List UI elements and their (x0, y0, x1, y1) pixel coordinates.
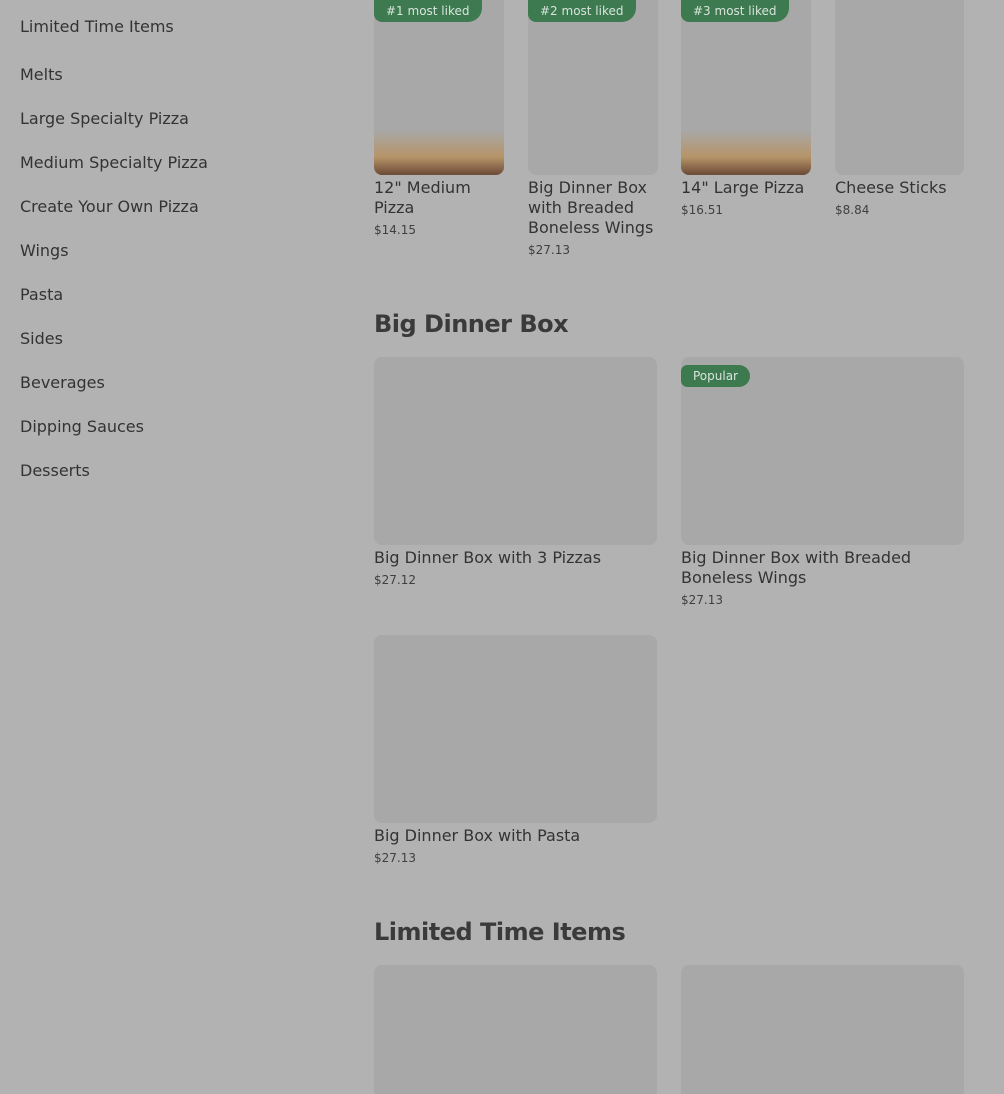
menu-item-card[interactable]: #1 most liked 12" Medium Pizza $14.15 (374, 0, 504, 245)
item-image: #1 most liked (374, 0, 504, 175)
sidebar-item-medium-specialty-pizza[interactable]: Medium Specialty Pizza (20, 140, 320, 184)
menu-item-card[interactable]: Cheese Sticks $8.84 (835, 0, 964, 225)
menu-item-card[interactable] (374, 965, 657, 1094)
sidebar-item-sides[interactable]: Sides (20, 316, 320, 360)
most-liked-badge: #1 most liked (374, 0, 482, 22)
item-price: $16.51 (681, 203, 723, 217)
menu-item-card[interactable]: Big Dinner Box with 3 Pizzas $27.12 (374, 357, 657, 597)
sidebar-item-desserts[interactable]: Desserts (20, 448, 320, 492)
item-image: #2 most liked (528, 0, 658, 175)
item-title: 12" Medium Pizza (374, 178, 471, 217)
menu-item-card[interactable]: #2 most liked Big Dinner Box with Breade… (528, 0, 658, 265)
item-price: $27.13 (681, 593, 723, 607)
item-image (681, 965, 964, 1094)
section-title-big-dinner-box: Big Dinner Box (374, 310, 569, 338)
item-image (835, 0, 964, 175)
menu-item-card[interactable]: Big Dinner Box with Pasta $27.13 (374, 635, 657, 875)
sidebar-item-melts[interactable]: Melts (20, 52, 320, 96)
sidebar-item-dipping-sauces[interactable]: Dipping Sauces (20, 404, 320, 448)
most-liked-badge: #3 most liked (681, 0, 789, 22)
item-image: #3 most liked (681, 0, 811, 175)
item-price: $27.13 (374, 851, 416, 865)
sidebar-item-large-specialty-pizza[interactable]: Large Specialty Pizza (20, 96, 320, 140)
menu-item-card[interactable]: #3 most liked 14" Large Pizza $16.51 (681, 0, 811, 225)
item-price: $27.12 (374, 573, 416, 587)
item-title: Big Dinner Box with Breaded Boneless Win… (681, 548, 912, 587)
most-liked-badge: #2 most liked (528, 0, 636, 22)
item-title: Big Dinner Box with Pasta (374, 826, 581, 845)
item-image (374, 965, 657, 1094)
popular-badge: Popular (681, 365, 750, 387)
item-image (374, 357, 657, 545)
sidebar-item-pasta[interactable]: Pasta (20, 272, 320, 316)
item-price: $14.15 (374, 223, 416, 237)
item-image (374, 635, 657, 823)
item-price: $8.84 (835, 203, 870, 217)
sidebar-item-beverages[interactable]: Beverages (20, 360, 320, 404)
item-title: 14" Large Pizza (681, 178, 805, 197)
item-title: Cheese Sticks (835, 178, 947, 197)
item-title: Big Dinner Box with 3 Pizzas (374, 548, 602, 567)
item-price: $27.13 (528, 243, 570, 257)
section-title-limited-time-items: Limited Time Items (374, 918, 626, 946)
menu-item-card[interactable]: Popular Big Dinner Box with Breaded Bone… (681, 357, 964, 617)
sidebar-item-limited-time-items[interactable]: Limited Time Items (20, 0, 320, 52)
category-sidebar: Limited Time Items Melts Large Specialty… (20, 0, 320, 492)
sidebar-item-wings[interactable]: Wings (20, 228, 320, 272)
menu-item-card[interactable] (681, 965, 964, 1094)
item-title: Big Dinner Box with Breaded Boneless Win… (528, 178, 654, 237)
item-image: Popular (681, 357, 964, 545)
sidebar-item-create-your-own-pizza[interactable]: Create Your Own Pizza (20, 184, 320, 228)
